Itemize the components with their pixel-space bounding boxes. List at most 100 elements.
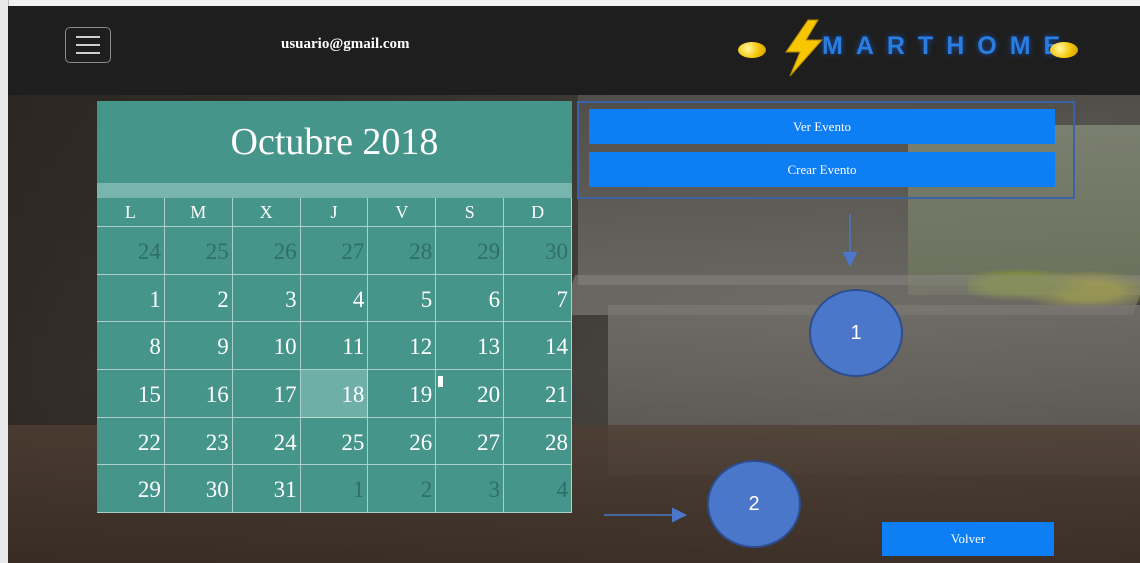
calendar-day-number: 18: [341, 382, 365, 407]
calendar-day[interactable]: 19: [368, 370, 437, 418]
calendar-day[interactable]: 31: [232, 465, 301, 513]
calendar-day[interactable]: 8: [97, 322, 165, 370]
calendar-day[interactable]: 29: [97, 465, 165, 513]
calendar-day-number: 15: [137, 382, 161, 407]
weekday-label: S: [436, 198, 505, 227]
right-bulb-icon: [1050, 42, 1078, 58]
calendar-day-outside-month[interactable]: 26: [232, 227, 301, 275]
app: usuario@gmail.com MARTHOME Octubre 2018 …: [8, 6, 1140, 563]
calendar-day[interactable]: 28: [504, 417, 572, 466]
calendar-day[interactable]: 15: [97, 370, 165, 418]
calendar-day-number: 29: [137, 477, 161, 503]
calendar-day[interactable]: 20: [436, 370, 505, 418]
calendar-day-outside-month[interactable]: 4: [504, 465, 572, 513]
calendar-day-grid: 24 25 26 27 28 29 30 1 2 3 4 5 6 7 8 9 10 11 12 13 14 15 16 17 1…: [97, 227, 572, 513]
calendar-day-number: 27: [477, 429, 501, 455]
calendar-day-number: 17: [273, 382, 297, 407]
calendar-day-number: 8: [149, 334, 161, 360]
calendar-day[interactable]: 3: [232, 274, 301, 323]
user-email: usuario@gmail.com: [281, 36, 410, 52]
callout-marker-1: 1: [809, 289, 903, 377]
calendar-day[interactable]: 18: [300, 370, 369, 418]
calendar-day[interactable]: 1: [97, 274, 165, 323]
calendar-day-outside-month[interactable]: 28: [368, 227, 437, 275]
calendar-day[interactable]: 7: [504, 274, 572, 323]
calendar-day[interactable]: 22: [97, 417, 165, 466]
volver-button[interactable]: Volver: [882, 522, 1054, 556]
calendar-day-number: 12: [409, 334, 433, 360]
calendar-day[interactable]: 25: [300, 417, 369, 466]
calendar-day[interactable]: 30: [164, 465, 233, 513]
hamburger-menu-button[interactable]: [65, 27, 111, 63]
calendar-day[interactable]: 14: [504, 322, 572, 370]
calendar-day[interactable]: 13: [436, 322, 505, 370]
ver-evento-button[interactable]: Ver Evento: [589, 109, 1055, 144]
calendar-day-number: 6: [488, 286, 501, 312]
calendar-day-number: 30: [205, 477, 229, 503]
calendar-day-number: 1: [352, 477, 365, 503]
calendar-day-number: 28: [409, 239, 433, 264]
calendar-day-outside-month[interactable]: 2: [368, 465, 437, 513]
calendar-day[interactable]: 16: [164, 370, 233, 418]
weekday-label: X: [232, 198, 301, 227]
calendar-day-number: 25: [205, 239, 229, 264]
crear-evento-button[interactable]: Crear Evento: [589, 152, 1055, 187]
calendar-day[interactable]: 6: [436, 274, 505, 323]
calendar-day[interactable]: 12: [368, 322, 437, 370]
menu-line-icon: [76, 52, 100, 54]
calendar-day[interactable]: 10: [232, 322, 301, 370]
calendar-day-number: 3: [488, 477, 501, 503]
calendar-day[interactable]: 4: [300, 274, 369, 323]
weekday-label: L: [97, 198, 165, 227]
calendar-day-number: 10: [273, 334, 297, 360]
calendar-day-number: 25: [341, 429, 365, 455]
calendar-day-outside-month[interactable]: 24: [97, 227, 165, 275]
calendar-day[interactable]: 9: [164, 322, 233, 370]
calendar-day-outside-month[interactable]: 29: [436, 227, 505, 275]
calendar-day-number: 9: [217, 334, 229, 360]
navbar: usuario@gmail.com MARTHOME: [8, 6, 1140, 95]
calendar-day[interactable]: 23: [164, 417, 233, 466]
calendar-day[interactable]: 17: [232, 370, 301, 418]
logo-text: MARTHOME: [822, 32, 1074, 60]
calendar-day-number: 30: [544, 239, 568, 264]
calendar-day-number: 13: [477, 334, 501, 360]
calendar-day-number: 4: [556, 477, 568, 503]
calendar-day[interactable]: 24: [232, 417, 301, 466]
weekday-label: J: [300, 198, 369, 227]
calendar-day-number: 26: [409, 429, 433, 455]
calendar-day-number: 22: [137, 429, 161, 455]
calendar: Octubre 2018 LMXJVSD 24 25 26 27 28 29 30 1 2 3 4 5…: [97, 101, 572, 513]
calendar-day-number: 2: [217, 286, 229, 312]
calendar-day[interactable]: 11: [300, 322, 369, 370]
calendar-day-outside-month[interactable]: 27: [300, 227, 369, 275]
calendar-day-number: 31: [273, 477, 297, 503]
calendar-day-outside-month[interactable]: 1: [300, 465, 369, 513]
weekday-label: V: [368, 198, 437, 227]
calendar-day-number: 28: [544, 429, 568, 455]
calendar-stripe: [97, 183, 572, 198]
smarthome-logo[interactable]: MARTHOME: [738, 18, 1088, 78]
calendar-day-outside-month[interactable]: 25: [164, 227, 233, 275]
calendar-day[interactable]: 5: [368, 274, 437, 323]
calendar-month-title: Octubre 2018: [230, 121, 439, 163]
calendar-day[interactable]: 21: [504, 370, 572, 418]
calendar-day-number: 14: [544, 334, 568, 360]
calendar-day-outside-month[interactable]: 3: [436, 465, 505, 513]
calendar-day-number: 23: [205, 429, 229, 455]
weekday-label: D: [504, 198, 572, 227]
calendar-day-outside-month[interactable]: 30: [504, 227, 572, 275]
calendar-day-number: 21: [544, 382, 568, 407]
calendar-day-number: 5: [420, 286, 433, 312]
calendar-day-number: 19: [409, 382, 433, 407]
menu-line-icon: [76, 44, 100, 46]
lightning-bolt-icon: [785, 19, 824, 77]
calendar-day[interactable]: 26: [368, 417, 437, 466]
calendar-day-number: 4: [352, 286, 365, 312]
calendar-day-number: 1: [149, 286, 161, 312]
calendar-day[interactable]: 2: [164, 274, 233, 323]
left-bulb-icon: [738, 42, 766, 58]
calendar-day-number: 24: [273, 429, 297, 455]
calendar-day[interactable]: 27: [436, 417, 505, 466]
calendar-day-number: 11: [342, 334, 365, 360]
